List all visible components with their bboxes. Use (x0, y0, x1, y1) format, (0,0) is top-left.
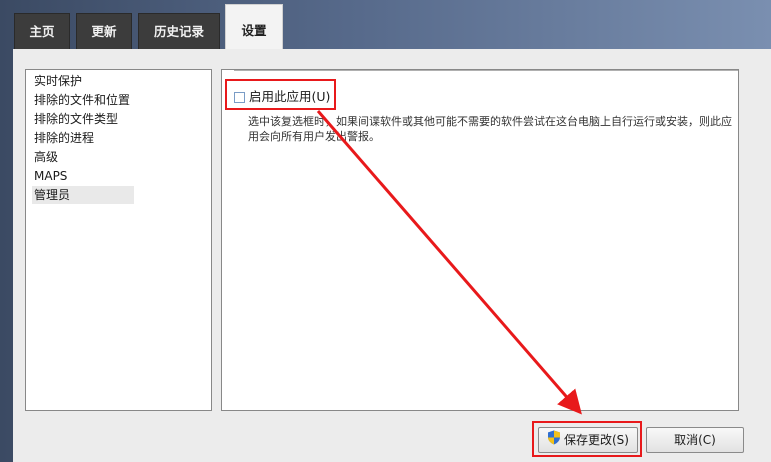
nav-item-realtime-protection[interactable]: 实时保护 (32, 72, 134, 90)
settings-nav-list: 实时保护 排除的文件和位置 排除的文件类型 排除的进程 高级 MAPS 管理员 (25, 69, 212, 411)
panel-divider (234, 70, 738, 71)
tab-home[interactable]: 主页 (14, 13, 70, 49)
nav-item-administrator[interactable]: 管理员 (32, 186, 134, 204)
nav-item-advanced[interactable]: 高级 (32, 148, 134, 166)
enable-app-label[interactable]: 启用此应用(U) (249, 89, 330, 105)
cancel-button[interactable]: 取消(C) (646, 427, 744, 453)
uac-shield-icon (547, 429, 561, 453)
nav-item-maps[interactable]: MAPS (32, 167, 134, 185)
tab-bar: 主页 更新 历史记录 设置 (0, 0, 771, 50)
tab-settings[interactable]: 设置 (225, 4, 283, 50)
tab-history[interactable]: 历史记录 (138, 13, 220, 49)
save-changes-label: 保存更改(S) (564, 433, 629, 447)
nav-item-excluded-file-types[interactable]: 排除的文件类型 (32, 110, 134, 128)
nav-item-excluded-files-locations[interactable]: 排除的文件和位置 (32, 91, 134, 109)
nav-item-excluded-processes[interactable]: 排除的进程 (32, 129, 134, 147)
settings-detail-panel: 启用此应用(U) 选中该复选框时，如果间谍软件或其他可能不需要的软件尝试在这台电… (221, 69, 739, 411)
enable-app-description: 选中该复选框时，如果间谍软件或其他可能不需要的软件尝试在这台电脑上自行运行或安装… (248, 115, 732, 143)
save-changes-button[interactable]: 保存更改(S) (538, 427, 638, 453)
enable-app-checkbox[interactable] (234, 92, 245, 103)
tab-update[interactable]: 更新 (76, 13, 132, 49)
settings-content: 实时保护 排除的文件和位置 排除的文件类型 排除的进程 高级 MAPS 管理员 … (13, 49, 771, 462)
